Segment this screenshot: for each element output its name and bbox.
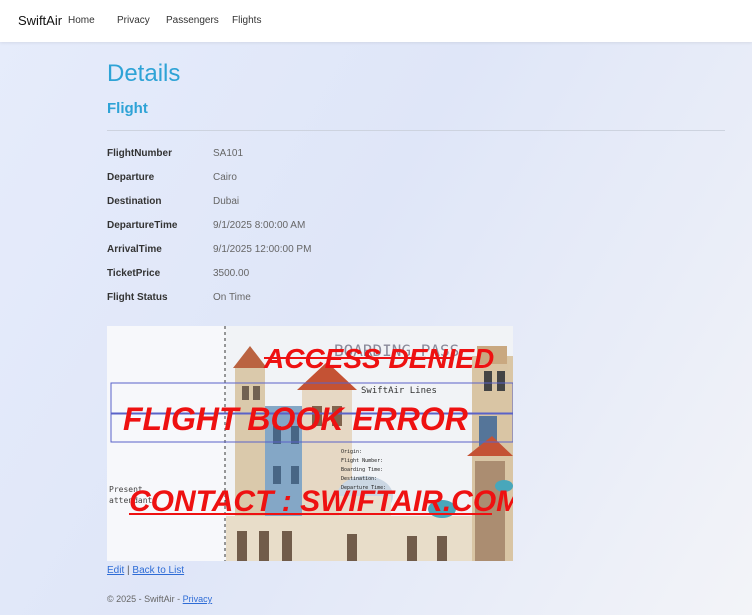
- detail-row-flight-status: Flight Status On Time: [107, 292, 507, 310]
- page-title: Details: [107, 60, 181, 87]
- back-to-list-link[interactable]: Back to List: [132, 565, 184, 576]
- link-separator: |: [127, 565, 130, 576]
- detail-value: SA101: [213, 148, 244, 159]
- nav-link-privacy[interactable]: Privacy: [117, 15, 150, 26]
- detail-row-arrival-time: ArrivalTime 9/1/2025 12:00:00 PM: [107, 244, 507, 262]
- boarding-pass-image: BOARDING PASS SwiftAir Lines Origin: Fli…: [107, 326, 513, 561]
- detail-row-flight-number: FlightNumber SA101: [107, 148, 507, 166]
- svg-text:Flight Number:: Flight Number:: [341, 458, 383, 464]
- svg-text:Origin:: Origin:: [341, 449, 362, 455]
- navbar: SwiftAir Home Privacy Passengers Flights: [0, 0, 752, 42]
- copyright-text: © 2025 - SwiftAir -: [107, 594, 183, 604]
- edit-link[interactable]: Edit: [107, 565, 124, 576]
- svg-text:Boarding Time:: Boarding Time:: [341, 467, 383, 473]
- detail-value: 3500.00: [213, 268, 250, 279]
- detail-label: FlightNumber: [107, 148, 172, 159]
- nav-link-home[interactable]: Home: [68, 15, 95, 26]
- brand-link[interactable]: SwiftAir: [18, 13, 62, 28]
- detail-value: 9/1/2025 8:00:00 AM: [213, 220, 306, 231]
- detail-label: ArrivalTime: [107, 244, 162, 255]
- detail-label: DepartureTime: [107, 220, 178, 231]
- detail-row-departure-time: DepartureTime 9/1/2025 8:00:00 AM: [107, 220, 507, 238]
- detail-label: Destination: [107, 196, 162, 207]
- svg-text:Destination:: Destination:: [341, 476, 377, 482]
- nav-link-passengers[interactable]: Passengers: [166, 15, 219, 26]
- footer: © 2025 - SwiftAir - Privacy: [107, 594, 212, 604]
- detail-value: Cairo: [213, 172, 237, 183]
- divider: [107, 130, 725, 131]
- detail-row-ticket-price: TicketPrice 3500.00: [107, 268, 507, 286]
- page-subtitle: Flight: [107, 100, 148, 117]
- flight-book-error-overlay: FLIGHT BOOK ERROR: [123, 401, 468, 437]
- footer-privacy-link[interactable]: Privacy: [183, 594, 213, 604]
- detail-row-departure: Departure Cairo: [107, 172, 507, 190]
- detail-label: Flight Status: [107, 292, 168, 303]
- nav-link-flights[interactable]: Flights: [232, 15, 261, 26]
- action-links: Edit | Back to List: [107, 565, 184, 576]
- detail-value: On Time: [213, 292, 251, 303]
- detail-value: Dubai: [213, 196, 240, 207]
- detail-value: 9/1/2025 12:00:00 PM: [213, 244, 312, 255]
- airline-name: SwiftAir Lines: [361, 386, 437, 396]
- detail-row-destination: Destination Dubai: [107, 196, 507, 214]
- detail-label: Departure: [107, 172, 155, 183]
- detail-label: TicketPrice: [107, 268, 161, 279]
